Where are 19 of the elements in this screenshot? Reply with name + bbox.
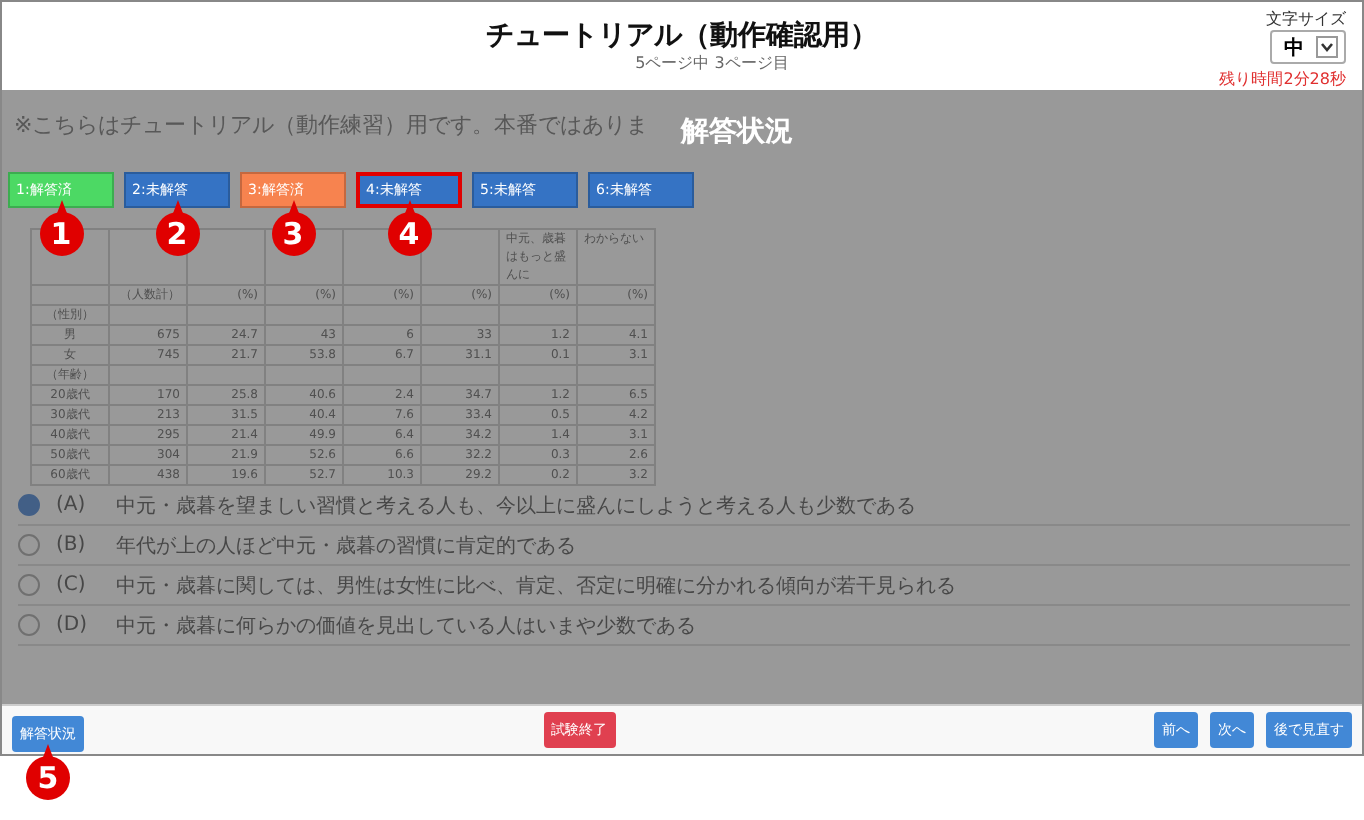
radio-button[interactable] xyxy=(18,534,40,556)
page-title: チュートリアル（動作確認用） xyxy=(486,18,878,54)
choice-text: 中元・歳暮を望ましい習慣と考える人も、今以上に盛んにしようと考える人も少数である xyxy=(116,493,916,519)
radio-button[interactable] xyxy=(18,574,40,596)
choice-letter: (C) xyxy=(56,574,88,596)
radio-button[interactable] xyxy=(18,494,40,516)
notice-text: ※こちらはチュートリアル（動作練習）用です。本番ではありま xyxy=(14,110,649,140)
page-counter: 5ページ中 3ページ目 xyxy=(635,52,789,74)
time-remaining: 残り時間2分28秒 xyxy=(1219,68,1346,90)
choice-text: 年代が上の人ほど中元・歳暮の習慣に肯定的である xyxy=(116,533,576,559)
radio-button[interactable] xyxy=(18,614,40,636)
choice-letter: (B) xyxy=(56,534,88,556)
font-size-select[interactable]: 中 xyxy=(1270,30,1346,64)
font-size-label: 文字サイズ xyxy=(1266,8,1346,30)
choice-letter: (D) xyxy=(56,614,90,636)
choice-text: 中元・歳暮に何らかの価値を見出している人はいまや少数である xyxy=(116,613,696,639)
status-title: 解答状況 xyxy=(681,114,793,150)
choice-text: 中元・歳暮に関しては、男性は女性に比べ、肯定、否定に明確に分かれる傾向が若干見られる xyxy=(116,573,956,599)
choice-letter: (A) xyxy=(56,494,88,516)
